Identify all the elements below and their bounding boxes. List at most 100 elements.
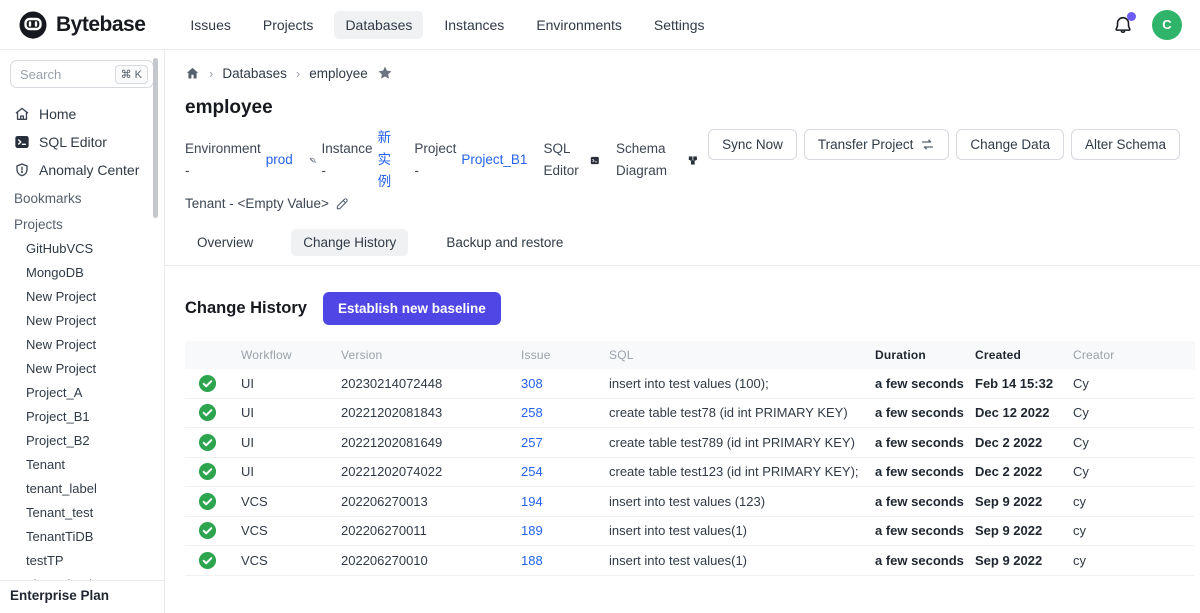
breadcrumb-employee[interactable]: employee [309,66,368,81]
status-cell [185,433,241,452]
nav-item-instances[interactable]: Instances [433,11,515,39]
table-row[interactable]: UI20221202081649257create table test789 … [185,428,1195,458]
tab-overview[interactable]: Overview [185,229,265,256]
transfer-project-button[interactable]: Transfer Project [804,129,950,160]
nav-item-settings[interactable]: Settings [643,11,716,39]
version-cell: 20221202074022 [341,464,521,479]
notifications-button[interactable] [1112,14,1134,36]
sidebar-project-tenant-test[interactable]: Tenant_test [0,500,164,524]
column-header-version: Version [341,348,521,362]
sidebar-project-new-project[interactable]: New Project [0,356,164,380]
bookmark-star-icon[interactable] [377,65,393,81]
sidebar-project-project-b2[interactable]: Project_B2 [0,428,164,452]
table-row[interactable]: VCS202206270011189insert into test value… [185,517,1195,547]
sidebar-project-tenant-label[interactable]: tenant_label [0,476,164,500]
sidebar-project-tenant[interactable]: Tenant [0,452,164,476]
check-circle-icon [198,521,233,540]
check-circle-icon [198,462,233,481]
sidebar-footer: Enterprise Plan [0,580,165,613]
table-row[interactable]: VCS202206270013194insert into test value… [185,487,1195,517]
column-header-created: Created [975,348,1073,362]
issue-link[interactable]: 254 [521,464,543,479]
terminal-icon [14,134,30,150]
nav-item-environments[interactable]: Environments [525,11,633,39]
establish-baseline-button[interactable]: Establish new baseline [323,292,501,325]
pencil-icon[interactable] [335,197,349,211]
duration-cell: a few seconds [875,435,975,450]
shield-icon [14,162,30,178]
sidebar-item-anomaly-center[interactable]: Anomaly Center [0,156,164,184]
search-input[interactable] [20,67,92,82]
issue-cell: 257 [521,435,609,450]
meta-line-2: Tenant - <Empty Value> [185,193,708,215]
creator-cell: Cy [1073,464,1195,479]
sql-cell: create table test78 (id int PRIMARY KEY) [609,405,875,420]
check-circle-icon [198,433,233,452]
issue-cell: 194 [521,494,609,509]
issue-link[interactable]: 257 [521,435,543,450]
sync-now-button[interactable]: Sync Now [708,129,797,160]
breadcrumb-separator: › [209,66,213,81]
tab-change-history[interactable]: Change History [291,229,408,256]
top-nav: Issues Projects Databases Instances Environm… [179,11,715,39]
schema-diagram-link[interactable]: Schema Diagram [616,138,698,182]
sidebar-project-tenanttidb[interactable]: TenantTiDB [0,524,164,548]
topbar-right: C [1112,10,1182,40]
alter-schema-button[interactable]: Alter Schema [1071,129,1180,160]
sidebar-project-new-project[interactable]: New Project [0,284,164,308]
workflow-cell: UI [241,435,341,450]
status-cell [185,521,241,540]
sql-editor-link[interactable]: SQL Editor [543,138,600,182]
page-header-row: Environment - prod Instance - 新实例 Projec… [185,127,1180,215]
sql-cell: create table test789 (id int PRIMARY KEY… [609,435,875,450]
sidebar-project-project-a[interactable]: Project_A [0,380,164,404]
nav-item-issues[interactable]: Issues [179,11,241,39]
sidebar-project-new-project[interactable]: New Project [0,332,164,356]
issue-link[interactable]: 189 [521,523,543,538]
sidebar-item-home[interactable]: Home [0,100,164,128]
created-cell: Dec 12 2022 [975,405,1073,420]
sidebar-scrollbar[interactable] [153,58,158,218]
search-box[interactable]: ⌘ K [10,60,154,88]
sidebar-project-project-b1[interactable]: Project_B1 [0,404,164,428]
tab-backup-and-restore[interactable]: Backup and restore [434,229,575,256]
table-row[interactable]: UI20221202081843258create table test78 (… [185,399,1195,429]
brand-logo[interactable]: Bytebase [18,10,145,40]
page-title: employee [185,97,1180,119]
table-row[interactable]: UI20221202074022254create table test123 … [185,458,1195,488]
section-header: Change History Establish new baseline [185,292,1180,325]
change-data-button[interactable]: Change Data [956,129,1064,160]
nav-item-projects[interactable]: Projects [252,11,325,39]
avatar[interactable]: C [1152,10,1182,40]
creator-cell: Cy [1073,376,1195,391]
workflow-cell: VCS [241,494,341,509]
sidebar-project-mongodb[interactable]: MongoDB [0,260,164,284]
created-cell: Dec 2 2022 [975,464,1073,479]
column-header-workflow: Workflow [241,348,341,362]
sidebar-project-new-project[interactable]: New Project [0,308,164,332]
transfer-icon [920,137,935,152]
plan-label: Enterprise Plan [0,581,165,613]
action-buttons: Sync NowTransfer ProjectChange DataAlter… [708,129,1180,160]
instance-link[interactable]: 新实例 [378,127,399,193]
database-engine-icon [309,153,317,168]
issue-link[interactable]: 308 [521,376,543,391]
project-link[interactable]: Project_B1 [461,149,527,171]
home-breadcrumb-icon[interactable] [185,66,200,81]
workflow-cell: VCS [241,523,341,538]
sidebar-project-testtp[interactable]: testTP [0,548,164,572]
breadcrumb-databases[interactable]: Databases [222,66,287,81]
sidebar-item-sql-editor[interactable]: SQL Editor [0,128,164,156]
nav-item-databases[interactable]: Databases [334,11,423,39]
table-row[interactable]: VCS202206270010188insert into test value… [185,546,1195,576]
sql-cell: create table test123 (id int PRIMARY KEY… [609,464,875,479]
issue-link[interactable]: 258 [521,405,543,420]
issue-link[interactable]: 194 [521,494,543,509]
issue-link[interactable]: 188 [521,553,543,568]
sidebar-item-label: SQL Editor [39,134,107,150]
version-cell: 20221202081843 [341,405,521,420]
table-row[interactable]: UI20230214072448308insert into test valu… [185,369,1195,399]
environment-link[interactable]: prod [266,149,293,171]
sql-cell: insert into test values (100); [609,376,875,391]
sidebar-project-githubvcs[interactable]: GitHubVCS [0,236,164,260]
